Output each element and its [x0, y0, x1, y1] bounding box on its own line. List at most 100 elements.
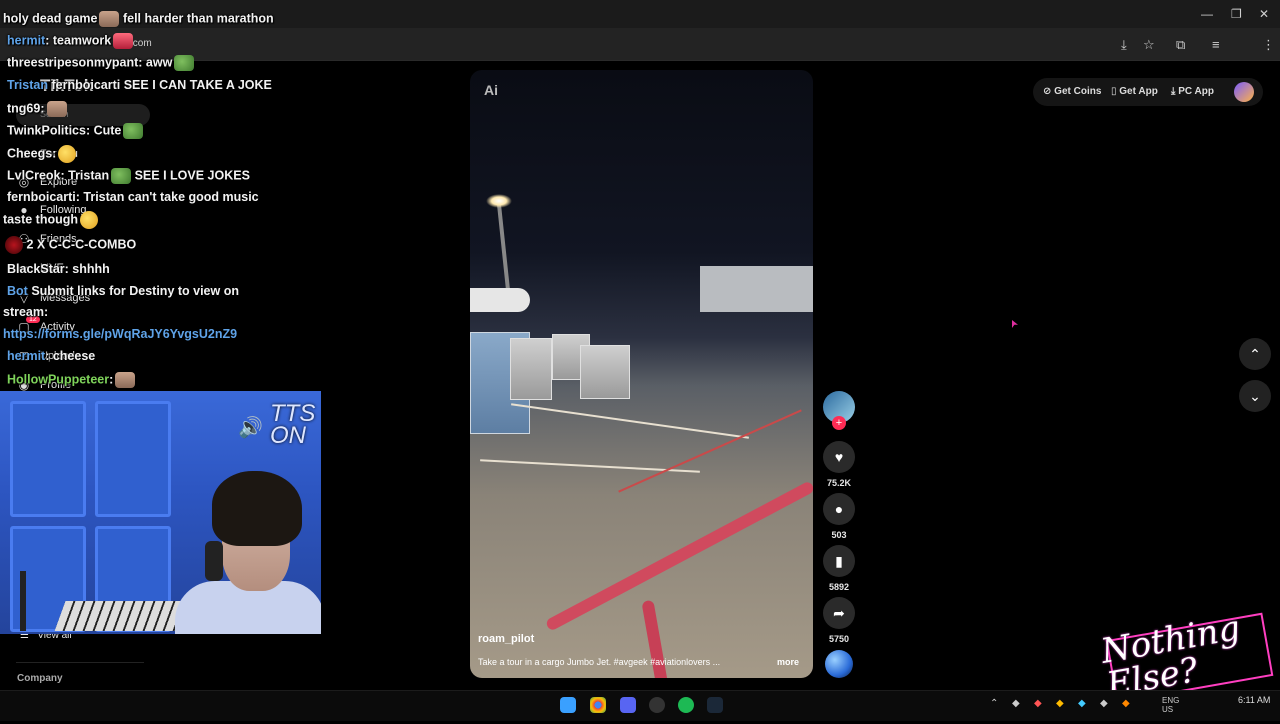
- chat-text: :: [109, 372, 114, 387]
- chat-text: tng69:: [7, 101, 45, 116]
- tts-label: TTS ON: [270, 400, 316, 449]
- tray-app-icon[interactable]: ◆: [1056, 698, 1064, 709]
- obs-icon[interactable]: [649, 697, 665, 713]
- chat-message: hermit: cheese: [7, 349, 95, 363]
- ai-label: Ai: [484, 82, 498, 98]
- menu-icon[interactable]: ⋮: [1262, 37, 1275, 53]
- chat-message: BlackStar: shhhh: [7, 262, 110, 276]
- discord-icon[interactable]: [620, 697, 636, 713]
- steam-icon[interactable]: [707, 697, 723, 713]
- system-clock[interactable]: 6:11 AM: [1238, 695, 1270, 706]
- spotify-icon[interactable]: [678, 697, 694, 713]
- more-button[interactable]: more: [777, 657, 799, 667]
- door-panel: [95, 401, 171, 517]
- chat-text: threestripesonmypant: aww: [7, 55, 173, 70]
- extensions-icon[interactable]: ⧉: [1176, 37, 1185, 53]
- company-heading[interactable]: Company: [17, 673, 63, 684]
- chat-message: TwinkPolitics: Cute: [7, 123, 144, 139]
- cargo-container: [510, 338, 552, 400]
- pc-app-button[interactable]: ⤓ PC App: [1171, 86, 1214, 97]
- minimize-button[interactable]: —: [1201, 7, 1213, 21]
- language-indicator[interactable]: ENG US: [1162, 696, 1179, 714]
- chat-text: https://forms.gle/pWqRaJY6YvgsU2nZ9: [3, 327, 238, 341]
- chat-message: 2 X C-C-C-COMBO: [3, 236, 136, 254]
- door-panel: [10, 401, 86, 517]
- chat-text: BlackStar: shhhh: [7, 262, 110, 276]
- chat-message: threestripesonmypant: aww: [7, 55, 195, 71]
- next-video-button[interactable]: ⌄: [1239, 380, 1271, 412]
- comment-button[interactable]: ●: [823, 493, 855, 525]
- chat-message: hermit: teamwork: [7, 33, 134, 49]
- pc-app-label: PC App: [1178, 86, 1214, 97]
- tray-app-icon[interactable]: ◆: [1034, 698, 1042, 709]
- like-count: 75.2K: [826, 478, 852, 488]
- taskbar: [0, 690, 1280, 721]
- tray-app-icon[interactable]: ◆: [1122, 698, 1130, 709]
- light-pole: [496, 202, 512, 302]
- save-button[interactable]: ▮: [823, 545, 855, 577]
- url-text: .com: [130, 38, 152, 49]
- webcam-feed: 🔊 TTS ON: [0, 391, 321, 634]
- chat-text: taste though: [3, 212, 78, 227]
- chat-link[interactable]: https://forms.gle/pWqRaJY6YvgsU2nZ9: [3, 327, 237, 341]
- tray-expand-icon[interactable]: ⌃: [990, 698, 998, 709]
- maximize-button[interactable]: ❐: [1231, 7, 1242, 21]
- chevron-down-icon: ⌄: [1249, 387, 1261, 404]
- video-username[interactable]: roam_pilot: [478, 633, 534, 645]
- streamer-hair: [212, 471, 302, 546]
- chat-message: Tristan fernboicarti SEE I CAN TAKE A JO…: [7, 78, 272, 92]
- face-emote: [115, 372, 136, 388]
- chat-message: tng69:: [7, 101, 67, 117]
- install-icon[interactable]: ⤓: [1121, 37, 1127, 53]
- chat-text: SEE I LOVE JOKES: [131, 168, 250, 183]
- like-button[interactable]: ♥: [823, 441, 855, 473]
- chat-username: hermit: [7, 33, 46, 48]
- chat-text: stream:: [3, 305, 49, 319]
- chat-text: Cheegs:: [7, 146, 57, 161]
- chat-message: stream:: [3, 305, 48, 319]
- time-label: 6:11 AM: [1238, 695, 1271, 705]
- ground-marking: [511, 403, 749, 439]
- get-coins-label: Get Coins: [1054, 86, 1102, 97]
- frog-emote: [111, 168, 132, 184]
- get-app-label: Get App: [1119, 86, 1158, 97]
- get-coins-button[interactable]: ⊘ Get Coins: [1043, 86, 1101, 97]
- chrome-icon[interactable]: [590, 697, 606, 713]
- jet-nose: [470, 288, 530, 312]
- star-icon[interactable]: ☆: [1143, 37, 1155, 53]
- chat-message: Bot Submit links for Destiny to view on: [7, 284, 239, 298]
- yellow-emote: [58, 145, 77, 163]
- red-railing: [544, 480, 813, 632]
- skull-emote: [99, 11, 120, 27]
- profile-avatar[interactable]: [1234, 82, 1254, 102]
- video-player[interactable]: Ai roam_pilot Take a tour in a cargo Jum…: [470, 70, 813, 678]
- bookmark-icon: ▮: [835, 552, 843, 569]
- media-icon[interactable]: ≡: [1212, 37, 1220, 52]
- share-button[interactable]: ➦: [823, 597, 855, 629]
- chat-username: Bot: [7, 284, 28, 298]
- video-caption: Take a tour in a cargo Jumbo Jet. #avgee…: [478, 657, 721, 667]
- chat-text: : cheese: [45, 349, 96, 363]
- chat-text: fernboicarti SEE I CAN TAKE A JOKE: [51, 78, 272, 92]
- chat-message: holy dead game fell harder than marathon: [3, 11, 274, 27]
- chat-message: HollowPuppeteer:: [7, 372, 136, 388]
- get-app-button[interactable]: ▯ Get App: [1111, 86, 1158, 97]
- face-emote: [46, 101, 67, 117]
- chat-text: : teamwork: [45, 33, 112, 48]
- previous-video-button[interactable]: ⌃: [1239, 338, 1271, 370]
- tray-app-icon[interactable]: ◆: [1100, 698, 1108, 709]
- windows-icon[interactable]: [560, 697, 576, 713]
- share-icon: ➦: [833, 604, 845, 621]
- chat-text: TwinkPolitics: Cute: [7, 123, 122, 138]
- tray-app-icon[interactable]: ◆: [1012, 698, 1020, 709]
- follow-button[interactable]: +: [832, 416, 846, 430]
- tray-app-icon[interactable]: ◆: [1078, 698, 1086, 709]
- cargo-container: [580, 345, 630, 399]
- music-disc-icon[interactable]: [825, 650, 853, 678]
- chat-text: LvlCreok: Tristan: [7, 168, 110, 183]
- chat-username: Tristan: [7, 78, 48, 92]
- heart-icon: ♥: [834, 449, 844, 465]
- save-count: 5892: [828, 582, 850, 592]
- close-button[interactable]: ✕: [1259, 7, 1269, 21]
- divider: [16, 662, 144, 663]
